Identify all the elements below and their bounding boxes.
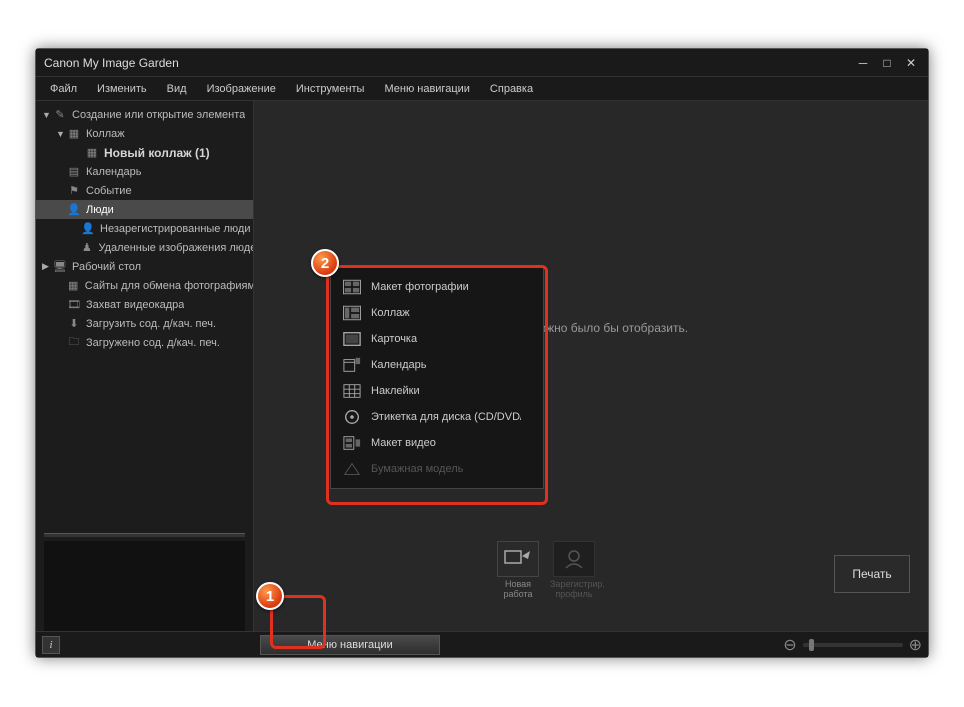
annotation-badge-2: 2 (311, 249, 339, 277)
grid-icon: ▦ (66, 127, 82, 140)
maximize-button[interactable]: □ (878, 55, 896, 71)
zoom-slider[interactable] (803, 643, 903, 647)
menu-navigation[interactable]: Меню навигации (374, 79, 479, 99)
menu-edit[interactable]: Изменить (87, 79, 157, 99)
tree: ▼ ✎ Создание или открытие элемента ▼ ▦ К… (36, 101, 253, 533)
window-controls: ─ □ ✕ (854, 55, 920, 71)
web-icon: ▦ (66, 279, 81, 292)
navigation-menu-button[interactable]: Меню навигации (260, 635, 440, 655)
app-window: Canon My Image Garden ─ □ ✕ Файл Изменит… (35, 48, 929, 658)
sidebar: ▼ ✎ Создание или открытие элемента ▼ ▦ К… (36, 101, 254, 631)
tree-item-photo-sites[interactable]: ▦ Сайты для обмена фотографиями (36, 276, 253, 295)
tree-item-download-content[interactable]: ⬇ Загрузить сод. д/кач. печ. (36, 314, 253, 333)
register-profile-icon (553, 541, 595, 577)
popup-item-stickers[interactable]: Наклейки (331, 378, 543, 404)
zoom-thumb[interactable] (809, 639, 814, 651)
disc-icon (341, 408, 363, 426)
collage-icon (341, 304, 363, 322)
popup-item-card[interactable]: Карточка (331, 326, 543, 352)
print-button[interactable]: Печать (834, 555, 910, 593)
tree-item-downloaded-content[interactable]: 🗀 Загружено сод. д/кач. печ. (36, 333, 253, 352)
close-button[interactable]: ✕ (902, 55, 920, 71)
tree-item-collage[interactable]: ▼ ▦ Коллаж (36, 124, 253, 143)
tree-item-create[interactable]: ▼ ✎ Создание или открытие элемента (36, 105, 253, 124)
stickers-icon (341, 382, 363, 400)
calendar-icon: ▤ (66, 165, 82, 178)
new-work-icon (497, 541, 539, 577)
tree-item-calendar[interactable]: ▤ Календарь (36, 162, 253, 181)
statusbar: i Меню навигации ⊖ ⊕ (36, 631, 928, 657)
popup-item-photo-layout[interactable]: Макет фотографии (331, 274, 543, 300)
popup-item-disc-label[interactable]: Этикетка для диска (CD/DVD/BD) (331, 404, 543, 430)
menu-tools[interactable]: Инструменты (286, 79, 375, 99)
zoom-in-icon[interactable]: ⊕ (909, 635, 922, 655)
register-profile-label: Зарегистрир. профиль (550, 579, 598, 599)
tree-item-unregistered-people[interactable]: 👤 Незарегистрированные люди (36, 219, 253, 238)
photo-layout-icon (341, 278, 363, 296)
window-title: Canon My Image Garden (44, 56, 854, 70)
paper-model-icon (341, 460, 363, 478)
register-profile-button: Зарегистрир. профиль (550, 541, 598, 599)
tree-item-desktop[interactable]: ▶ 🖥 Рабочий стол (36, 257, 253, 276)
expand-arrow-icon: ▼ (42, 110, 52, 120)
new-work-label: Новая работа (494, 579, 542, 599)
popup-item-calendar[interactable]: Календарь (331, 352, 543, 378)
new-work-button[interactable]: Новая работа (494, 541, 542, 599)
doc-spark-icon: ✎ (52, 108, 68, 121)
expand-arrow-icon: ▼ (56, 129, 66, 139)
popup-item-video-layout[interactable]: Макет видео (331, 430, 543, 456)
folder-icon: 🗀 (66, 333, 82, 352)
person-icon: 👤 (66, 203, 82, 216)
tree-item-event[interactable]: ⚑ Событие (36, 181, 253, 200)
tree-item-video-capture[interactable]: 🎞 Захват видеокадра (36, 295, 253, 314)
menu-view[interactable]: Вид (157, 79, 197, 99)
zoom-control: ⊖ ⊕ (783, 635, 922, 655)
download-icon: ⬇ (66, 317, 82, 330)
person-icon: 👤 (80, 222, 96, 235)
popup-item-paper-model: Бумажная модель (331, 456, 543, 482)
menu-help[interactable]: Справка (480, 79, 543, 99)
menubar: Файл Изменить Вид Изображение Инструмент… (36, 77, 928, 101)
flag-icon: ⚑ (66, 184, 82, 197)
calendar-icon (341, 356, 363, 374)
menu-image[interactable]: Изображение (197, 79, 286, 99)
person-outline-icon: ♟ (79, 241, 94, 254)
new-work-popup: Макет фотографии Коллаж Карточка Календа… (330, 267, 544, 489)
annotation-badge-1: 1 (256, 582, 284, 610)
info-button[interactable]: i (42, 636, 60, 654)
tree-item-new-collage[interactable]: ▦ Новый коллаж (1) (36, 143, 253, 162)
tree-item-deleted-people-images[interactable]: ♟ Удаленные изображения людей (36, 238, 253, 257)
collapse-arrow-icon: ▶ (42, 261, 52, 272)
tree-item-people[interactable]: 👤 Люди (36, 200, 253, 219)
titlebar: Canon My Image Garden ─ □ ✕ (36, 49, 928, 77)
grid-icon: ▦ (84, 146, 100, 159)
film-icon: 🎞 (66, 298, 82, 311)
sidebar-divider[interactable] (44, 533, 245, 537)
thumbnail-area (44, 541, 245, 631)
video-icon (341, 434, 363, 452)
menu-file[interactable]: Файл (40, 79, 87, 99)
popup-item-collage[interactable]: Коллаж (331, 300, 543, 326)
bottom-button-bar: Новая работа Зарегистрир. профиль (494, 541, 598, 599)
desktop-icon: 🖥 (52, 260, 68, 273)
card-icon (341, 330, 363, 348)
zoom-out-icon[interactable]: ⊖ (783, 635, 796, 655)
minimize-button[interactable]: ─ (854, 55, 872, 71)
